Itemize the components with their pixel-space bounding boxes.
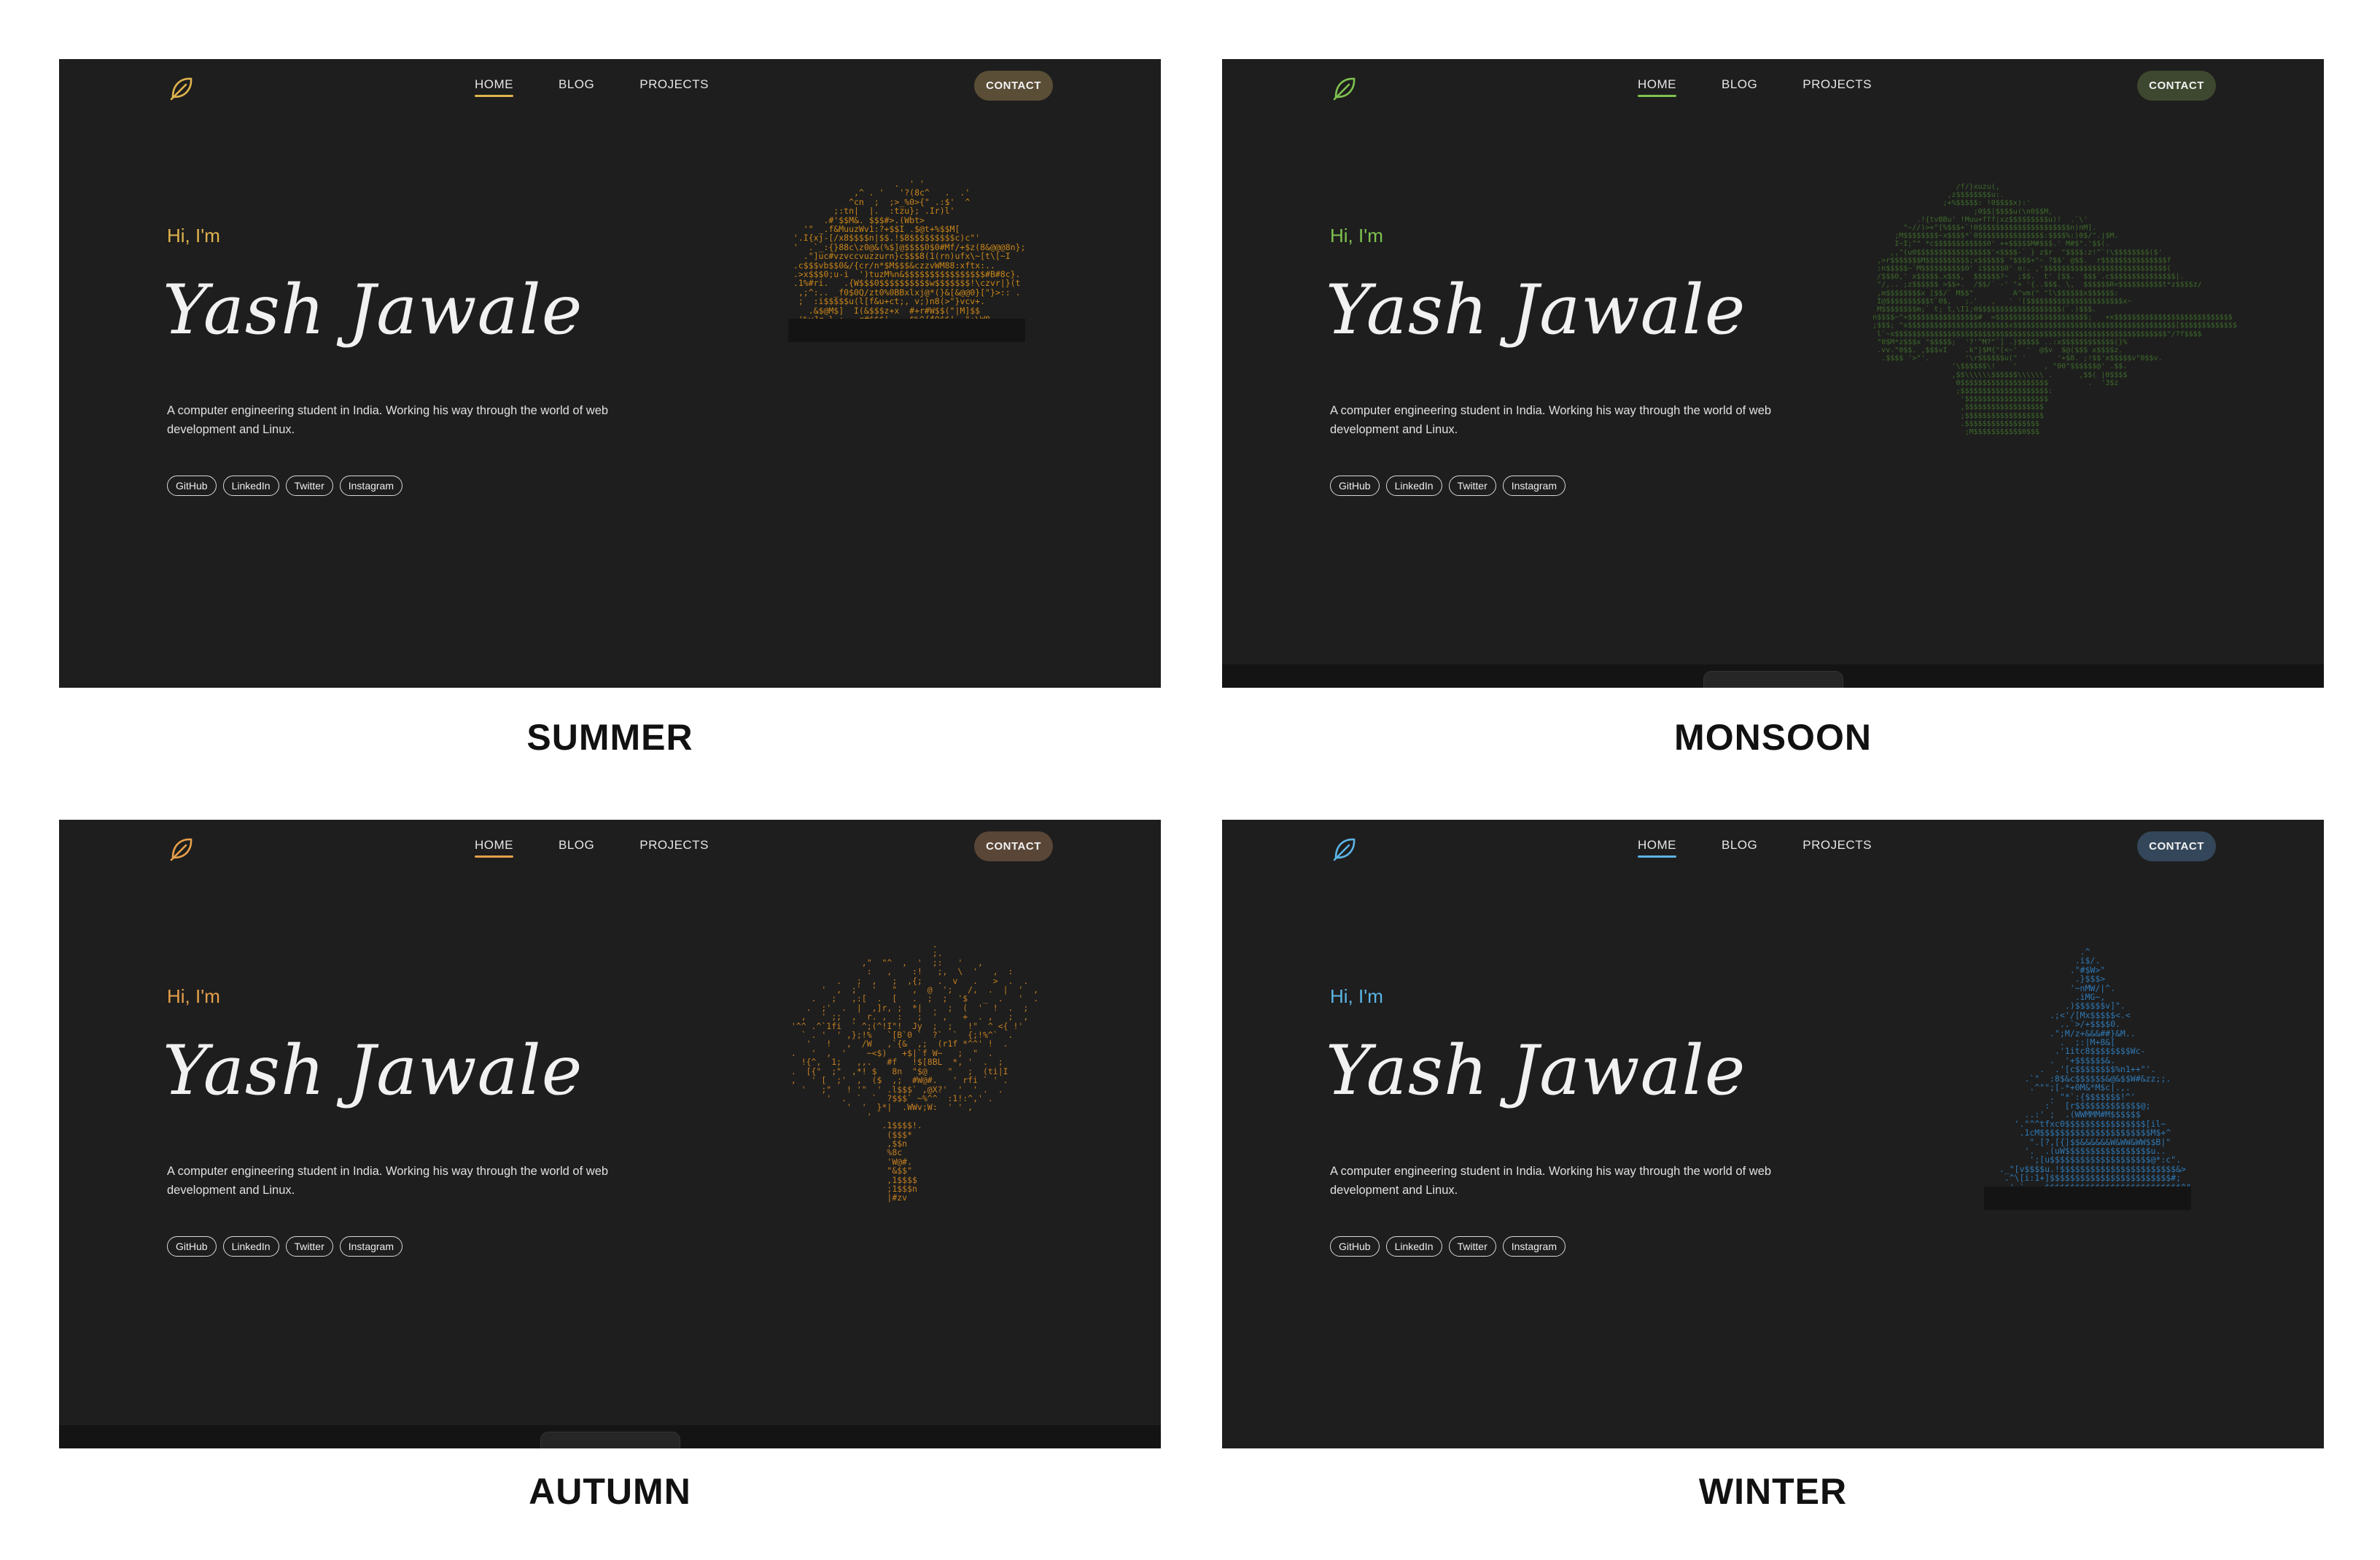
nav-home[interactable]: HOME bbox=[475, 77, 513, 97]
contact-button[interactable]: CONTACT bbox=[974, 71, 1053, 101]
hero-description: A computer engineering student in India.… bbox=[167, 1165, 609, 1197]
instagram-link[interactable]: Instagram bbox=[1502, 1236, 1566, 1257]
nav-projects[interactable]: PROJECTS bbox=[639, 838, 709, 858]
leafy-tree-ascii-art: /f/}xuzu(, ,z$$$$$$$$u:. ;+%$$$$$: !0$$$… bbox=[1872, 183, 2237, 437]
nav-projects[interactable]: PROJECTS bbox=[1802, 838, 1872, 858]
nav-blog[interactable]: BLOG bbox=[1722, 77, 1757, 97]
twitter-link[interactable]: Twitter bbox=[1448, 1236, 1496, 1257]
dock-bar bbox=[540, 1432, 680, 1448]
github-link[interactable]: GitHub bbox=[1330, 476, 1380, 496]
hero-name: Yash Jawale bbox=[1326, 1031, 1746, 1111]
main-nav: HOME BLOG PROJECTS bbox=[475, 838, 754, 858]
main-nav: HOME BLOG PROJECTS bbox=[1638, 838, 1917, 858]
github-link[interactable]: GitHub bbox=[1330, 1236, 1380, 1257]
leaf-icon[interactable] bbox=[1330, 834, 1359, 864]
linkedin-link[interactable]: LinkedIn bbox=[222, 476, 279, 496]
instagram-link[interactable]: Instagram bbox=[1502, 476, 1566, 496]
monsoon-preview: HOME BLOG PROJECTS CONTACT Hi, I'm Yash … bbox=[1222, 59, 2324, 688]
hero-description: A computer engineering student in India.… bbox=[1330, 404, 1772, 436]
github-link[interactable]: GitHub bbox=[167, 1236, 217, 1257]
social-links: GitHub LinkedIn Twitter Instagram bbox=[1330, 476, 1566, 496]
contact-button[interactable]: CONTACT bbox=[2137, 831, 2216, 861]
winter-preview: HOME BLOG PROJECTS CONTACT Hi, I'm Yash … bbox=[1222, 820, 2324, 1448]
social-links: GitHub LinkedIn Twitter Instagram bbox=[167, 1236, 402, 1257]
nav-projects[interactable]: PROJECTS bbox=[1802, 77, 1872, 97]
season-label-winter: WINTER bbox=[1698, 1471, 1848, 1512]
nav-home[interactable]: HOME bbox=[475, 838, 513, 858]
twitter-link[interactable]: Twitter bbox=[1448, 476, 1496, 496]
leaf-icon[interactable] bbox=[1330, 74, 1359, 103]
season-label-autumn: AUTUMN bbox=[529, 1471, 691, 1512]
contact-button[interactable]: CONTACT bbox=[2137, 71, 2216, 101]
greeting: Hi, I'm bbox=[1330, 225, 1383, 247]
contact-button[interactable]: CONTACT bbox=[974, 831, 1053, 861]
twitter-link[interactable]: Twitter bbox=[285, 476, 333, 496]
nav-home[interactable]: HOME bbox=[1638, 77, 1676, 97]
season-label-monsoon: MONSOON bbox=[1674, 717, 1872, 758]
season-label-summer: SUMMER bbox=[526, 717, 693, 758]
main-nav: HOME BLOG PROJECTS bbox=[475, 77, 754, 97]
hero-name: Yash Jawale bbox=[163, 1031, 583, 1111]
hero-name: Yash Jawale bbox=[163, 271, 583, 350]
main-nav: HOME BLOG PROJECTS bbox=[1638, 77, 1917, 97]
hero-description: A computer engineering student in India.… bbox=[167, 404, 609, 436]
leaf-icon[interactable] bbox=[167, 834, 196, 864]
greeting: Hi, I'm bbox=[167, 225, 220, 247]
linkedin-link[interactable]: LinkedIn bbox=[222, 1236, 279, 1257]
instagram-link[interactable]: Instagram bbox=[339, 476, 402, 496]
greeting: Hi, I'm bbox=[1330, 985, 1383, 1007]
instagram-link[interactable]: Instagram bbox=[339, 1236, 402, 1257]
bare-tree-ascii-art: . ;. ," "^ , ' ;: ' , : , :! ;, \ ' , : … bbox=[790, 939, 1039, 1203]
palm-tree-ascii-art: . ' ' ,^ . ' '?(8c^ . .' ^cn ; ;>_%0>{" … bbox=[788, 179, 1026, 343]
pine-tree-ascii-art: .^ .i$/. ."#$W>" .}$$$> '~nMW/|^. .iMG~,… bbox=[1984, 947, 2191, 1210]
nav-blog[interactable]: BLOG bbox=[1722, 838, 1757, 858]
linkedin-link[interactable]: LinkedIn bbox=[1385, 1236, 1442, 1257]
linkedin-link[interactable]: LinkedIn bbox=[1385, 476, 1442, 496]
leaf-icon[interactable] bbox=[167, 74, 196, 103]
github-link[interactable]: GitHub bbox=[167, 476, 217, 496]
autumn-preview: HOME BLOG PROJECTS CONTACT Hi, I'm Yash … bbox=[59, 820, 1161, 1448]
social-links: GitHub LinkedIn Twitter Instagram bbox=[1330, 1236, 1566, 1257]
nav-blog[interactable]: BLOG bbox=[559, 77, 594, 97]
nav-projects[interactable]: PROJECTS bbox=[639, 77, 709, 97]
twitter-link[interactable]: Twitter bbox=[285, 1236, 333, 1257]
summer-preview: HOME BLOG PROJECTS CONTACT Hi, I'm Yash … bbox=[59, 59, 1161, 688]
nav-blog[interactable]: BLOG bbox=[559, 838, 594, 858]
nav-home[interactable]: HOME bbox=[1638, 838, 1676, 858]
hero-description: A computer engineering student in India.… bbox=[1330, 1165, 1772, 1197]
dock-bar bbox=[1703, 671, 1843, 688]
hero-name: Yash Jawale bbox=[1326, 271, 1746, 350]
greeting: Hi, I'm bbox=[167, 985, 220, 1007]
social-links: GitHub LinkedIn Twitter Instagram bbox=[167, 476, 402, 496]
